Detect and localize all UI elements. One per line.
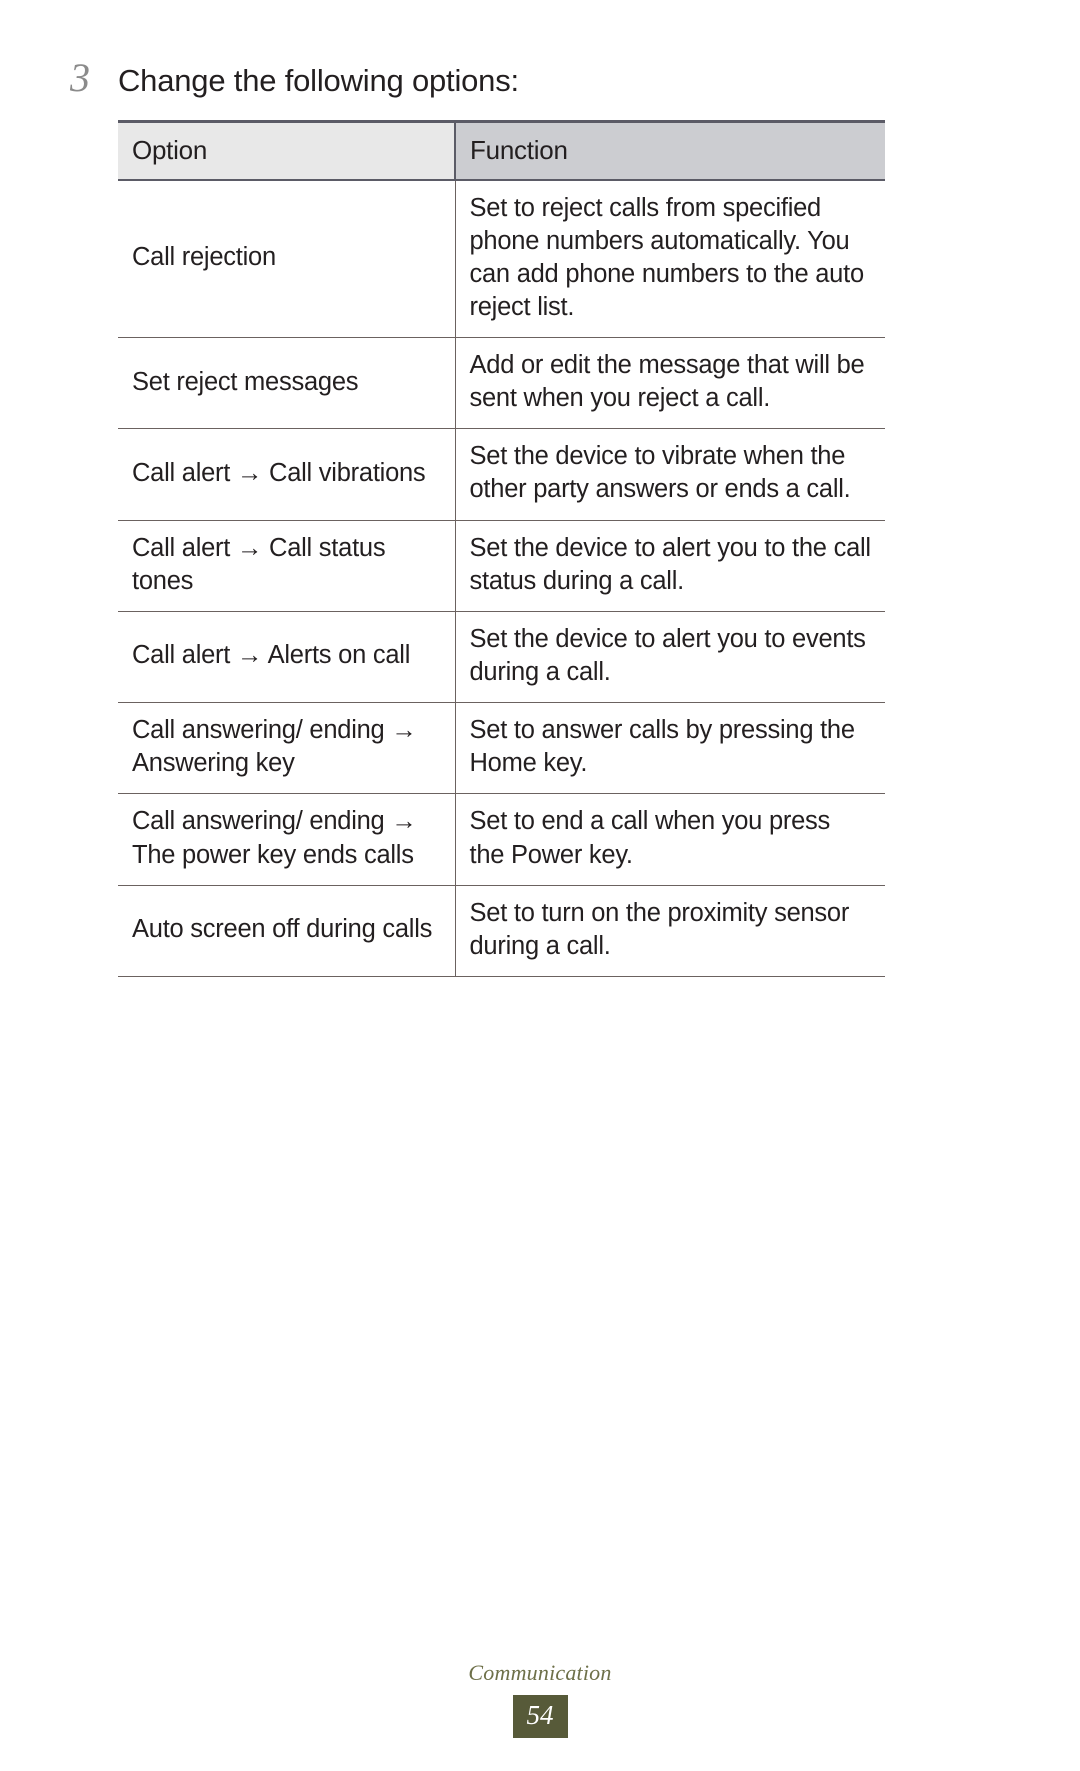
step-heading: 3 Change the following options: (70, 58, 970, 99)
cell-function: Add or edit the message that will be sen… (455, 337, 885, 430)
cell-function: Set to end a call when you press the Pow… (455, 793, 885, 886)
options-table: Option Function Call rejection Set to re… (118, 120, 885, 978)
step-instruction: Change the following options: (118, 63, 519, 98)
table-header-row: Option Function (118, 120, 885, 181)
table-header: Option Function (118, 120, 885, 181)
cell-option: Call alert → Call vibrations (118, 428, 456, 521)
cell-function: Set the device to vibrate when the other… (455, 428, 885, 521)
column-header-function: Function (455, 120, 885, 181)
table-row: Call answering/ ending → Answering key S… (118, 702, 885, 795)
cell-option: Call answering/ ending → Answering key (118, 702, 456, 795)
table-row: Call alert → Call vibrations Set the dev… (118, 428, 885, 521)
step-number: 3 (70, 55, 90, 100)
cell-function: Set the device to alert you to the call … (455, 520, 885, 612)
footer-section-label: Communication (468, 1660, 612, 1685)
cell-option: Call rejection (118, 179, 456, 339)
cell-option: Call answering/ ending → The power key e… (118, 793, 456, 886)
table-row: Call answering/ ending → The power key e… (118, 793, 885, 886)
table-row: Call alert → Alerts on call Set the devi… (118, 611, 885, 704)
cell-function: Set to answer calls by pressing the Home… (455, 702, 885, 795)
manual-page: 3 Change the following options: Option F… (0, 0, 1080, 1771)
cell-option: Call alert → Alerts on call (118, 611, 456, 704)
cell-option: Call alert → Call status tones (118, 520, 456, 612)
table-row: Auto screen off during calls Set to turn… (118, 885, 885, 978)
table-row: Set reject messages Add or edit the mess… (118, 337, 885, 430)
cell-function: Set to turn on the proximity sensor duri… (455, 885, 885, 978)
page-number-badge: 54 (512, 1695, 568, 1738)
column-header-option: Option (118, 120, 456, 181)
page-footer: Communication 54 (0, 1660, 1080, 1738)
cell-option: Auto screen off during calls (118, 885, 456, 978)
table-row: Call rejection Set to reject calls from … (118, 179, 885, 339)
table-body: Call rejection Set to reject calls from … (118, 179, 885, 978)
cell-function: Set to reject calls from specified phone… (455, 179, 885, 339)
cell-option: Set reject messages (118, 337, 456, 430)
cell-function: Set the device to alert you to events du… (455, 611, 885, 704)
table-row: Call alert → Call status tones Set the d… (118, 520, 885, 612)
